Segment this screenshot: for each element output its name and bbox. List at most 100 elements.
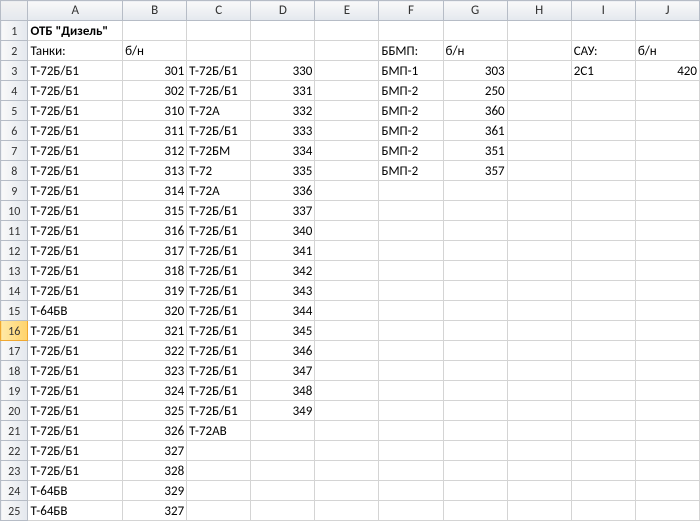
cell-C13[interactable]: Т-72Б/Б1 bbox=[187, 261, 251, 281]
cell-H3[interactable] bbox=[507, 61, 571, 81]
row-header-4[interactable]: 4 bbox=[1, 81, 28, 101]
row-header-1[interactable]: 1 bbox=[1, 21, 28, 41]
cell-J5[interactable] bbox=[635, 101, 699, 121]
row-header-11[interactable]: 11 bbox=[1, 221, 28, 241]
cell-F11[interactable] bbox=[379, 221, 443, 241]
cell-G8[interactable]: 357 bbox=[443, 161, 507, 181]
cell-J22[interactable] bbox=[635, 441, 699, 461]
cell-C15[interactable]: Т-72Б/Б1 bbox=[187, 301, 251, 321]
cell-F17[interactable] bbox=[379, 341, 443, 361]
cell-D13[interactable]: 342 bbox=[251, 261, 315, 281]
cell-F12[interactable] bbox=[379, 241, 443, 261]
cell-E24[interactable] bbox=[315, 481, 379, 501]
cell-H15[interactable] bbox=[507, 301, 571, 321]
cell-G5[interactable]: 360 bbox=[443, 101, 507, 121]
row-header-8[interactable]: 8 bbox=[1, 161, 28, 181]
cell-G23[interactable] bbox=[443, 461, 507, 481]
cell-D3[interactable]: 330 bbox=[251, 61, 315, 81]
cell-F10[interactable] bbox=[379, 201, 443, 221]
cell-E10[interactable] bbox=[315, 201, 379, 221]
cell-I16[interactable] bbox=[571, 321, 635, 341]
cell-I15[interactable] bbox=[571, 301, 635, 321]
cell-I12[interactable] bbox=[571, 241, 635, 261]
cell-E5[interactable] bbox=[315, 101, 379, 121]
cell-F3[interactable]: БМП-1 bbox=[379, 61, 443, 81]
cell-G14[interactable] bbox=[443, 281, 507, 301]
cell-E15[interactable] bbox=[315, 301, 379, 321]
cell-I13[interactable] bbox=[571, 261, 635, 281]
cell-A23[interactable]: Т-72Б/Б1 bbox=[28, 461, 123, 481]
cell-E1[interactable] bbox=[315, 21, 379, 41]
column-header-D[interactable]: D bbox=[251, 1, 315, 21]
cell-F16[interactable] bbox=[379, 321, 443, 341]
cell-I22[interactable] bbox=[571, 441, 635, 461]
cell-C23[interactable] bbox=[187, 461, 251, 481]
cell-F8[interactable]: БМП-2 bbox=[379, 161, 443, 181]
cell-C1[interactable] bbox=[187, 21, 251, 41]
cell-H1[interactable] bbox=[507, 21, 571, 41]
cell-E19[interactable] bbox=[315, 381, 379, 401]
cell-G12[interactable] bbox=[443, 241, 507, 261]
cell-C19[interactable]: Т-72Б/Б1 bbox=[187, 381, 251, 401]
cell-G2[interactable]: б/н bbox=[443, 41, 507, 61]
cell-G17[interactable] bbox=[443, 341, 507, 361]
cell-H8[interactable] bbox=[507, 161, 571, 181]
row-header-16[interactable]: 16 bbox=[1, 321, 28, 341]
cell-B4[interactable]: 302 bbox=[123, 81, 187, 101]
cell-J17[interactable] bbox=[635, 341, 699, 361]
row-header-2[interactable]: 2 bbox=[1, 41, 28, 61]
row-header-20[interactable]: 20 bbox=[1, 401, 28, 421]
cell-B13[interactable]: 318 bbox=[123, 261, 187, 281]
row-header-7[interactable]: 7 bbox=[1, 141, 28, 161]
cell-A10[interactable]: Т-72Б/Б1 bbox=[28, 201, 123, 221]
cell-J10[interactable] bbox=[635, 201, 699, 221]
cell-B25[interactable]: 327 bbox=[123, 501, 187, 521]
cell-J15[interactable] bbox=[635, 301, 699, 321]
cell-G16[interactable] bbox=[443, 321, 507, 341]
cell-J23[interactable] bbox=[635, 461, 699, 481]
cell-J14[interactable] bbox=[635, 281, 699, 301]
cell-H16[interactable] bbox=[507, 321, 571, 341]
cell-A14[interactable]: Т-72Б/Б1 bbox=[28, 281, 123, 301]
cell-B5[interactable]: 310 bbox=[123, 101, 187, 121]
cell-I10[interactable] bbox=[571, 201, 635, 221]
cell-J11[interactable] bbox=[635, 221, 699, 241]
cell-H5[interactable] bbox=[507, 101, 571, 121]
cell-J16[interactable] bbox=[635, 321, 699, 341]
cell-B9[interactable]: 314 bbox=[123, 181, 187, 201]
cell-J7[interactable] bbox=[635, 141, 699, 161]
cell-B14[interactable]: 319 bbox=[123, 281, 187, 301]
cell-G11[interactable] bbox=[443, 221, 507, 241]
cell-G25[interactable] bbox=[443, 501, 507, 521]
cell-J4[interactable] bbox=[635, 81, 699, 101]
cell-H19[interactable] bbox=[507, 381, 571, 401]
cell-B3[interactable]: 301 bbox=[123, 61, 187, 81]
cell-J3[interactable]: 420 bbox=[635, 61, 699, 81]
cell-C3[interactable]: Т-72Б/Б1 bbox=[187, 61, 251, 81]
cell-D17[interactable]: 346 bbox=[251, 341, 315, 361]
row-header-24[interactable]: 24 bbox=[1, 481, 28, 501]
cell-I4[interactable] bbox=[571, 81, 635, 101]
cell-H24[interactable] bbox=[507, 481, 571, 501]
cell-H22[interactable] bbox=[507, 441, 571, 461]
cell-I7[interactable] bbox=[571, 141, 635, 161]
cell-J19[interactable] bbox=[635, 381, 699, 401]
row-header-10[interactable]: 10 bbox=[1, 201, 28, 221]
cell-D14[interactable]: 343 bbox=[251, 281, 315, 301]
cell-D22[interactable] bbox=[251, 441, 315, 461]
cell-G22[interactable] bbox=[443, 441, 507, 461]
cell-G24[interactable] bbox=[443, 481, 507, 501]
cell-E12[interactable] bbox=[315, 241, 379, 261]
cell-H17[interactable] bbox=[507, 341, 571, 361]
cell-D12[interactable]: 341 bbox=[251, 241, 315, 261]
cell-D18[interactable]: 347 bbox=[251, 361, 315, 381]
cell-G15[interactable] bbox=[443, 301, 507, 321]
row-header-22[interactable]: 22 bbox=[1, 441, 28, 461]
cell-A17[interactable]: Т-72Б/Б1 bbox=[28, 341, 123, 361]
cell-D20[interactable]: 349 bbox=[251, 401, 315, 421]
cell-F19[interactable] bbox=[379, 381, 443, 401]
cell-D6[interactable]: 333 bbox=[251, 121, 315, 141]
cell-J25[interactable] bbox=[635, 501, 699, 521]
cell-I17[interactable] bbox=[571, 341, 635, 361]
cell-A9[interactable]: Т-72Б/Б1 bbox=[28, 181, 123, 201]
